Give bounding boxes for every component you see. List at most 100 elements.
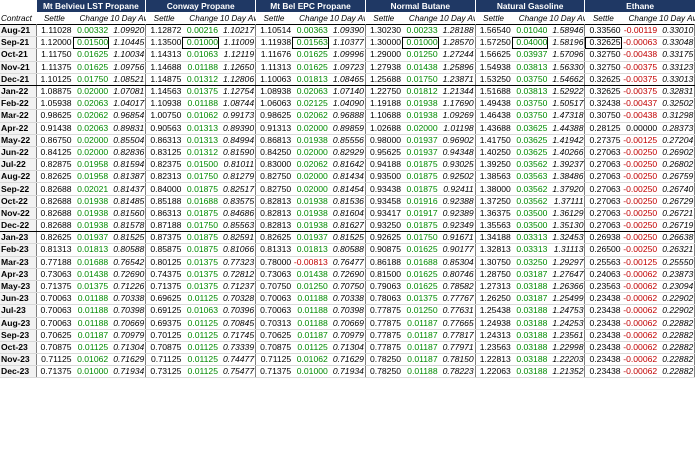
settle-cell: 0.23438 (584, 292, 622, 306)
ten-day-avg-cell: 0.89831 (109, 122, 147, 135)
ten-day-avg-cell: 1.24753 (548, 304, 586, 318)
change-cell: 0.03500 (511, 207, 549, 221)
change-cell: -0.00062 (621, 365, 659, 379)
change-cell: 0.01875 (402, 158, 439, 172)
change-cell: 0.01125 (182, 329, 219, 342)
settle-cell: 0.82813 (255, 195, 293, 208)
ten-day-avg-cell: 0.96888 (328, 109, 366, 123)
change-cell: 0.01375 (402, 292, 439, 306)
settle-cell: 0.32625 (584, 73, 622, 86)
settle-cell: 0.74375 (145, 268, 183, 281)
settle-column-header: Settle (255, 12, 293, 25)
change-cell: -0.00375 (621, 73, 659, 86)
ten-day-avg-cell: 0.76477 (328, 256, 366, 269)
settle-cell: 1.30000 (364, 36, 403, 50)
contract-month-cell: Nov-23 (0, 353, 37, 367)
ten-day-avg-cell: 0.77817 (438, 329, 476, 342)
change-cell: 0.01250 (402, 304, 439, 318)
ten-day-avg-cell: 0.70338 (328, 292, 366, 306)
ten-day-avg-cell: 0.26902 (658, 146, 696, 160)
ten-day-avg-cell: 0.80746 (438, 268, 476, 281)
settle-cell: 1.11676 (255, 48, 293, 62)
settle-cell: 0.82688 (35, 182, 73, 196)
contract-month-cell: Jan-22 (0, 85, 37, 99)
ten-day-avg-cell: 1.29297 (548, 256, 586, 269)
change-cell: 0.01062 (292, 353, 329, 367)
settle-cell: 0.27063 (584, 158, 622, 172)
change-cell: 0.03188 (511, 341, 549, 355)
table-row: Jun-23 0.70063 0.01188 0.70338 0.69625 0.0112… (0, 292, 696, 306)
change-cell: 0.01125 (182, 317, 219, 330)
change-cell: 0.01125 (72, 341, 110, 355)
change-cell: 0.03250 (511, 256, 549, 269)
settle-cell: 1.54938 (474, 61, 512, 74)
ten-day-avg-cell: 0.93025 (438, 158, 476, 172)
change-cell: -0.00250 (621, 182, 659, 196)
ten-day-avg-cell: 0.22882 (658, 353, 696, 367)
table-row: Jan-23 0.82625 0.01937 0.81525 0.87375 0.0187… (0, 231, 696, 245)
change-cell: 0.01187 (402, 317, 439, 330)
ten-day-avg-cell: 1.09756 (109, 61, 147, 74)
settle-cell: 0.32438 (584, 97, 622, 111)
change-cell: 0.01062 (182, 109, 219, 123)
ten-day-avg-cell: 0.71934 (109, 365, 147, 379)
change-cell: 0.01958 (72, 170, 110, 184)
ten-day-avg-cell: 1.27647 (548, 268, 586, 281)
group-header-ethane: Ethane (584, 0, 695, 12)
settle-cell: 0.69375 (145, 317, 183, 330)
ten-day-avg-cell: 0.76542 (109, 256, 147, 269)
settle-cell: 0.73125 (145, 365, 183, 379)
ten-day-avg-cell: 0.85563 (218, 219, 257, 233)
ten-day-avg-cell: 0.81604 (328, 207, 366, 221)
ten-day-avg-cell: 0.26802 (658, 158, 696, 172)
change-cell: 0.01688 (182, 195, 219, 208)
change-cell: -0.00250 (621, 207, 659, 221)
contract-month-cell: Jan-23 (0, 231, 37, 245)
ten-day-avg-cell: 0.96854 (109, 109, 147, 123)
settle-cell: 0.32750 (584, 61, 622, 74)
ten-day-avg-cell: 1.25896 (438, 61, 476, 74)
avg-column-header: 10 Day Avg (658, 12, 695, 25)
change-cell: 0.00000 (621, 122, 659, 135)
ten-day-avg-cell: 0.92349 (438, 219, 476, 233)
change-cell: -0.00062 (621, 268, 659, 281)
change-cell: 0.01875 (182, 182, 219, 196)
contract-month-cell: Oct-23 (0, 341, 37, 355)
settle-cell: 0.71125 (35, 353, 73, 367)
change-cell: 0.03813 (511, 85, 549, 99)
change-cell: 0.01438 (72, 268, 110, 281)
ten-day-avg-cell: 0.71226 (109, 280, 147, 294)
settle-cell: 1.25438 (474, 304, 512, 318)
change-cell: 0.01250 (292, 280, 329, 294)
change-column-header: Change (182, 12, 219, 25)
settle-cell: 0.70625 (35, 329, 73, 342)
table-row: May-23 0.71375 0.01375 0.71226 0.71375 0.0137… (0, 280, 696, 294)
change-cell: 0.02000 (72, 85, 110, 99)
ten-day-avg-cell: 0.81011 (218, 158, 257, 172)
change-cell: 0.01938 (292, 207, 329, 221)
ten-day-avg-cell: 1.04090 (328, 97, 366, 111)
settle-cell: 0.91438 (35, 122, 73, 135)
change-cell: -0.00125 (621, 134, 659, 147)
settle-cell: 1.24938 (474, 317, 512, 330)
settle-cell: 0.71375 (255, 365, 293, 379)
change-cell: 0.01750 (402, 73, 439, 86)
change-cell: 0.01062 (72, 353, 110, 367)
table-row: Jul-23 0.70063 0.01188 0.70398 0.69125 0.0106… (0, 304, 696, 318)
change-cell: 0.02125 (292, 97, 329, 111)
avg-column-header: 10 Day Avg (109, 12, 146, 25)
ten-day-avg-cell: 1.28570 (438, 36, 476, 50)
settle-cell: 0.70750 (255, 280, 293, 294)
change-cell: 0.03750 (511, 73, 549, 86)
settle-cell: 0.82625 (35, 231, 73, 245)
settle-cell: 0.82813 (255, 207, 293, 221)
ten-day-avg-cell: 0.82591 (218, 231, 257, 245)
change-cell: -0.00125 (621, 256, 659, 269)
contract-month-cell: May-23 (0, 280, 37, 294)
settle-cell: 1.29000 (364, 48, 403, 62)
ten-day-avg-cell: 1.36129 (548, 207, 586, 221)
change-cell: -0.00062 (621, 292, 659, 306)
settle-cell: 1.37250 (474, 195, 512, 208)
ten-day-avg-cell: 0.81536 (328, 195, 366, 208)
change-cell: 0.01188 (72, 304, 110, 318)
